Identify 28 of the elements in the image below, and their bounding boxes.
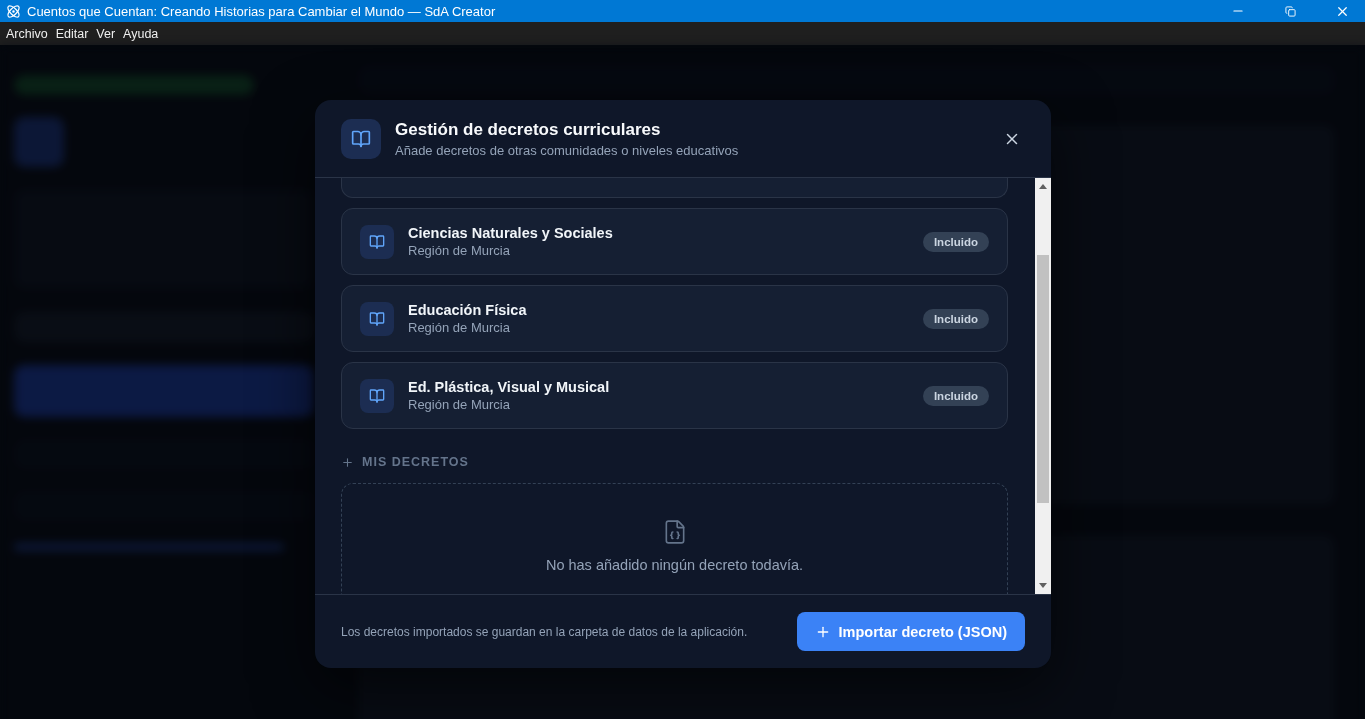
- decree-region: Región de Murcia: [408, 243, 511, 258]
- decree-region: Región de Murcia: [408, 397, 511, 412]
- included-badge: Incluido: [922, 385, 989, 406]
- included-badge: Incluido: [922, 231, 989, 252]
- menu-item[interactable]: Editar: [51, 22, 93, 45]
- section-heading: MIS DECRETOS: [362, 455, 469, 469]
- book-icon: [360, 224, 394, 259]
- empty-message: No has añadido ningún decreto todavía.: [545, 557, 804, 573]
- decree-region: Región de Murcia: [408, 320, 511, 335]
- window-title: Cuentos que Cuentan: Creando Historias para Cambiar el Mundo — SdA Creator: [27, 3, 497, 19]
- dialog-subtitle: Añade decretos de otras comunidades o niveles educativos: [395, 142, 740, 158]
- book-icon: [360, 301, 394, 336]
- plus-icon: [341, 455, 354, 469]
- decree-name: Ed. Plástica, Visual y Musical: [408, 379, 611, 395]
- import-button[interactable]: Importar decreto (JSON): [796, 612, 1025, 651]
- menu-item[interactable]: Ver: [92, 22, 120, 45]
- included-badge: Incluido: [922, 308, 989, 329]
- scrollbar[interactable]: [1035, 178, 1051, 594]
- app-logo-icon: [6, 3, 21, 19]
- decree-name: Ciencias Naturales y Sociales: [408, 225, 614, 241]
- book-icon: [360, 378, 394, 413]
- menu-item[interactable]: Archivo: [2, 22, 52, 45]
- dialog-title: Gestión de decretos curriculares: [395, 119, 662, 140]
- menu-item[interactable]: Ayuda: [119, 22, 163, 45]
- decree-name: Educación Física: [408, 302, 528, 318]
- restore-icon: [1284, 5, 1296, 17]
- book-icon: [341, 118, 381, 159]
- footer-note: Los decretos importados se guardan en la carpeta de datos de la aplicación.: [341, 624, 749, 639]
